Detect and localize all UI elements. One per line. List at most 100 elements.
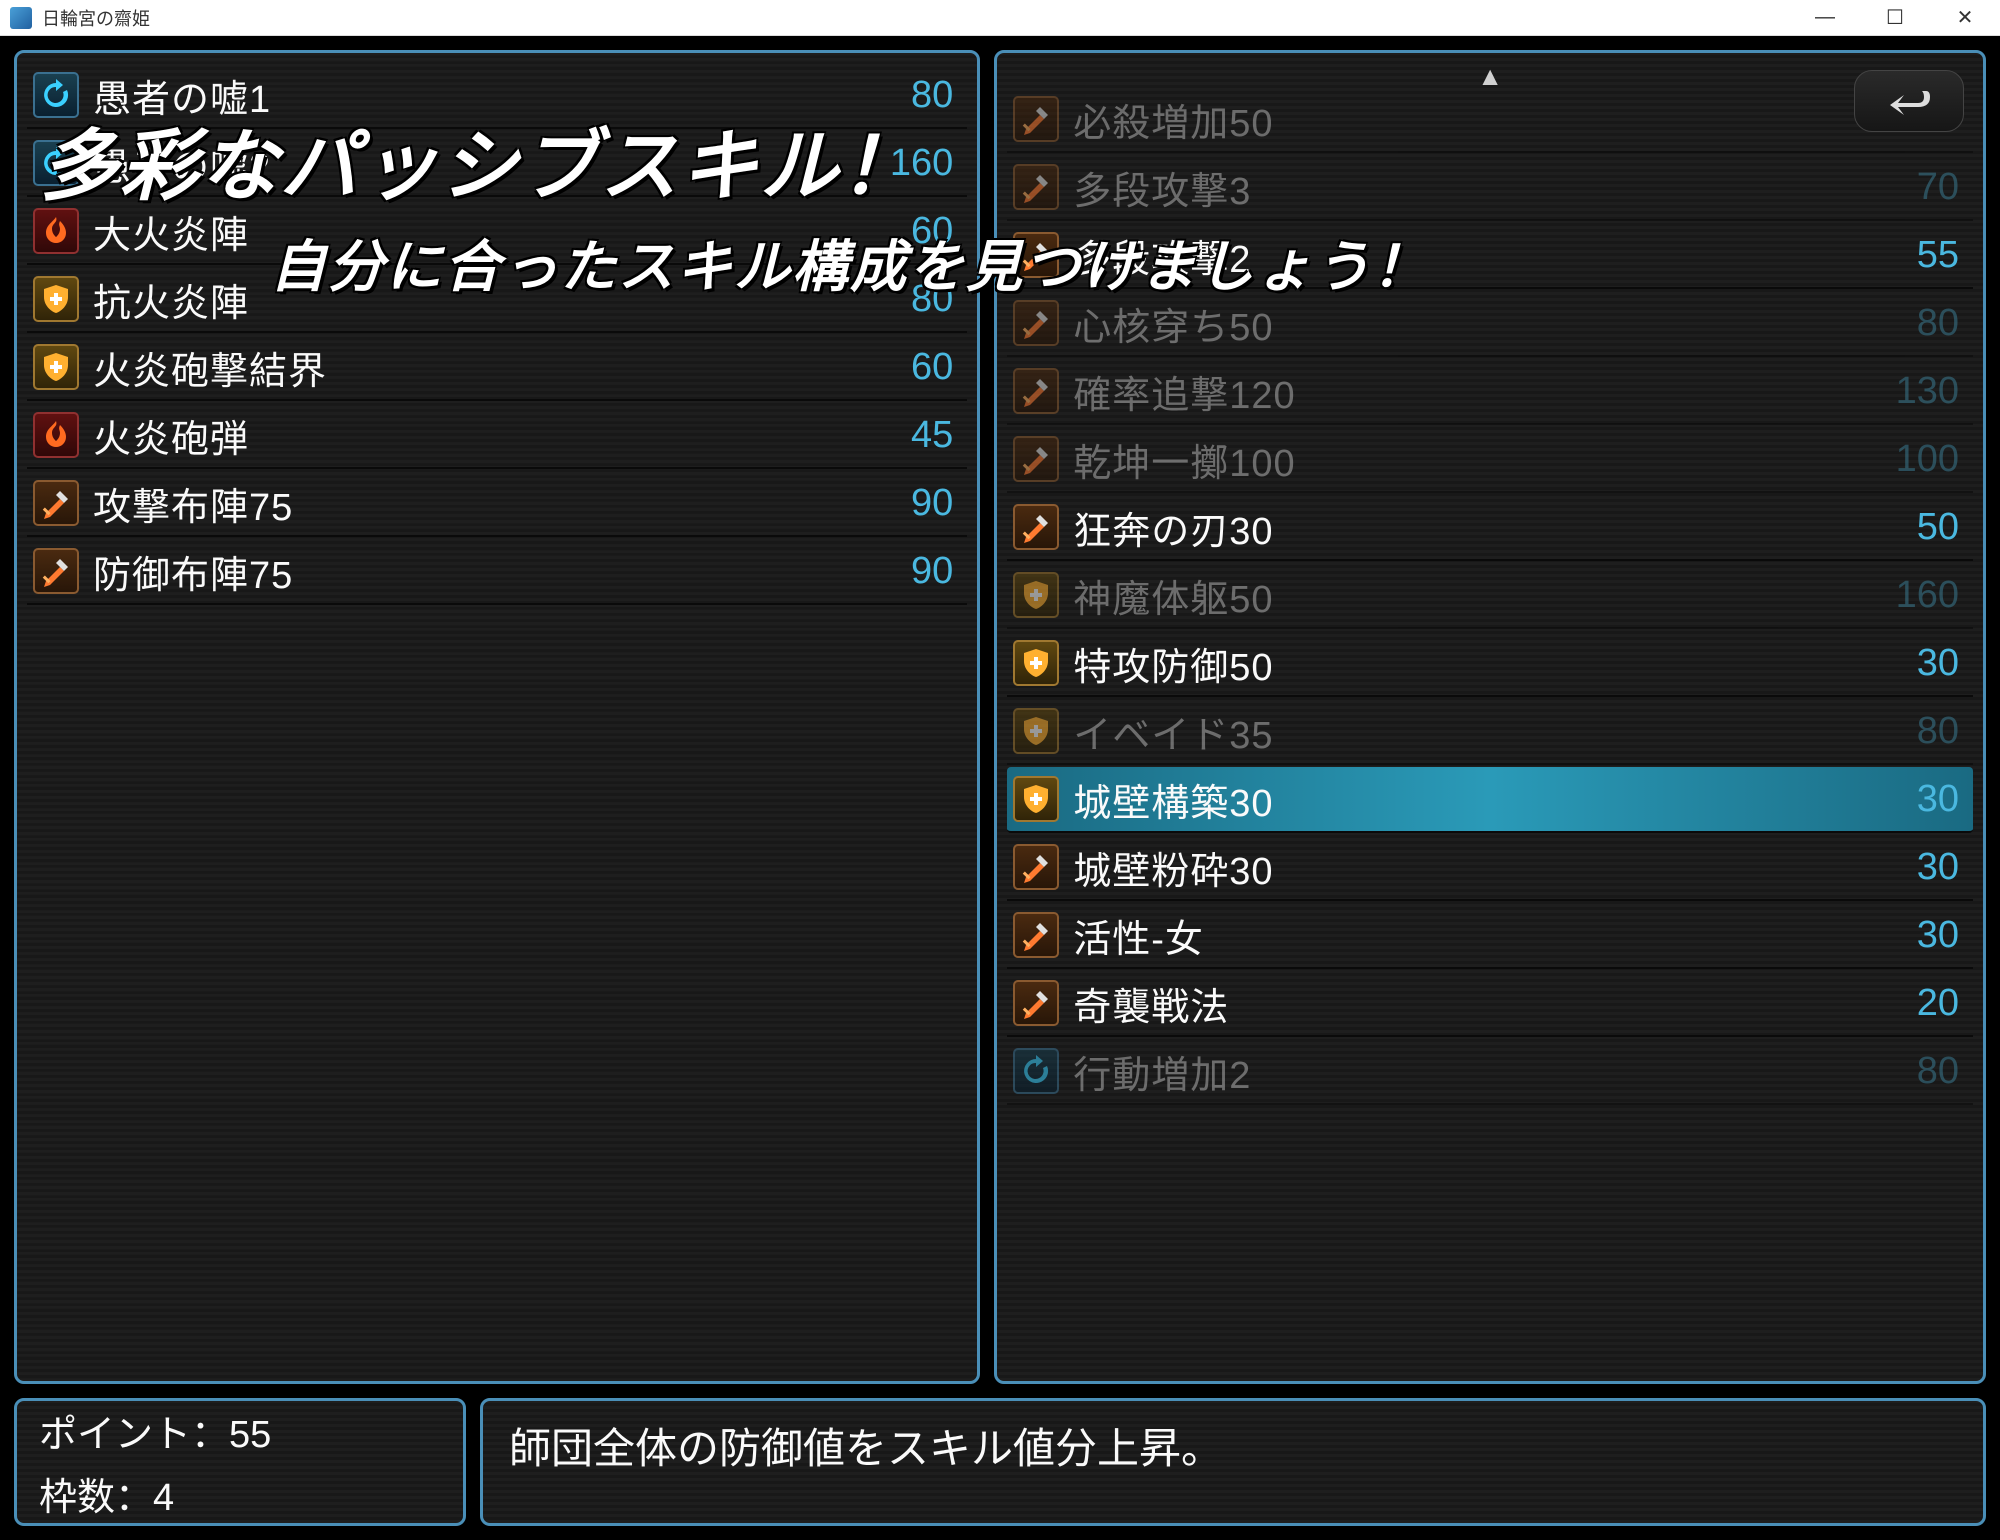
skill-cost: 90 xyxy=(911,482,953,525)
shield-icon xyxy=(1013,776,1059,822)
skill-row[interactable]: 行動増加280 xyxy=(1007,1039,1973,1105)
skill-name: 心核穿ち50 xyxy=(1073,296,1916,351)
skill-cost: 55 xyxy=(1917,234,1959,277)
skill-row[interactable]: イベイド3580 xyxy=(1007,699,1973,765)
sword-icon xyxy=(33,480,79,526)
shield-icon xyxy=(33,344,79,390)
back-arrow-icon xyxy=(1882,81,1936,121)
skill-name: 多段攻撃3 xyxy=(1073,160,1916,215)
points-label: ポイント： xyxy=(39,1414,229,1456)
skill-cost: 30 xyxy=(1917,914,1959,957)
skill-row[interactable]: 必殺増加5060 xyxy=(1007,87,1973,153)
skill-cost: 90 xyxy=(911,550,953,593)
skill-row[interactable]: 多段攻撃255 xyxy=(1007,223,1973,289)
skill-row[interactable]: 狂奔の刃3050 xyxy=(1007,495,1973,561)
skill-cost: 160 xyxy=(1896,574,1959,617)
slots-value: 4 xyxy=(153,1477,174,1519)
points-row: ポイント：55 xyxy=(39,1403,441,1458)
skill-row[interactable]: 攻撃布陣7590 xyxy=(27,471,967,537)
fire-icon xyxy=(33,208,79,254)
sword-icon xyxy=(33,548,79,594)
skill-cost: 80 xyxy=(911,278,953,321)
skill-name: 攻撃布陣75 xyxy=(93,476,911,531)
skill-name: 多段攻撃2 xyxy=(1073,228,1916,283)
skill-name: 抗火炎陣 xyxy=(93,272,911,327)
skill-row[interactable]: 火炎砲弾45 xyxy=(27,403,967,469)
skill-cost: 20 xyxy=(1917,982,1959,1025)
fire-icon xyxy=(33,412,79,458)
skill-cost: 130 xyxy=(1896,370,1959,413)
skill-cost: 30 xyxy=(1917,778,1959,821)
skill-row[interactable]: 奇襲戦法20 xyxy=(1007,971,1973,1037)
sword-icon xyxy=(1013,504,1059,550)
skill-row[interactable]: 大火炎陣60 xyxy=(27,199,967,265)
skill-row[interactable]: 多段攻撃370 xyxy=(1007,155,1973,221)
skill-name: 防御布陣75 xyxy=(93,544,911,599)
skill-cost: 160 xyxy=(890,142,953,185)
skill-row[interactable]: 城壁構築3030 xyxy=(1007,767,1973,833)
shield-icon xyxy=(1013,640,1059,686)
skill-row[interactable]: 心核穿ち5080 xyxy=(1007,291,1973,357)
skill-cost: 60 xyxy=(911,346,953,389)
cycle-icon xyxy=(33,140,79,186)
minimize-button[interactable]: — xyxy=(1790,0,1860,36)
skill-name: 火炎砲撃結界 xyxy=(93,340,911,395)
skill-name: 確率追撃120 xyxy=(1073,364,1895,419)
skill-name: 愚者の嘘1 xyxy=(93,68,911,123)
skill-row[interactable]: 確率追撃120130 xyxy=(1007,359,1973,425)
skill-cost: 30 xyxy=(1917,642,1959,685)
skill-name: 活性-女 xyxy=(1073,908,1916,963)
maximize-button[interactable]: ☐ xyxy=(1860,0,1930,36)
skill-row[interactable]: 愚者の嘘2160 xyxy=(27,131,967,197)
sword-icon xyxy=(1013,980,1059,1026)
skill-cost: 45 xyxy=(911,414,953,457)
skill-name: イベイド35 xyxy=(1073,704,1916,759)
skill-cost: 50 xyxy=(1917,506,1959,549)
skill-name: 奇襲戦法 xyxy=(1073,976,1916,1031)
skill-row[interactable]: 火炎砲撃結界60 xyxy=(27,335,967,401)
slots-row: 枠数：4 xyxy=(39,1466,441,1521)
skill-cost: 80 xyxy=(1917,302,1959,345)
skill-name: 大火炎陣 xyxy=(93,204,911,259)
skill-cost: 80 xyxy=(1917,710,1959,753)
back-button[interactable] xyxy=(1854,70,1964,132)
skill-row[interactable]: 抗火炎陣80 xyxy=(27,267,967,333)
sword-icon xyxy=(1013,368,1059,414)
titlebar: 日輪宮の齋姫 — ☐ ✕ xyxy=(0,0,2000,36)
shield-icon xyxy=(1013,708,1059,754)
status-panel: ポイント：55 枠数：4 xyxy=(14,1398,466,1526)
sword-icon xyxy=(1013,164,1059,210)
skill-row[interactable]: 乾坤一擲100100 xyxy=(1007,427,1973,493)
skill-row[interactable]: 防御布陣7590 xyxy=(27,539,967,605)
equipped-skills-list: 愚者の嘘180愚者の嘘2160大火炎陣60抗火炎陣80火炎砲撃結界60火炎砲弾4… xyxy=(27,63,967,605)
sword-icon xyxy=(1013,300,1059,346)
game-area: 多彩なパッシブスキル！ 自分に合ったスキル構成を見つけましょう！ 愚者の嘘180… xyxy=(0,36,2000,1540)
cycle-icon xyxy=(1013,1048,1059,1094)
skill-row[interactable]: 活性-女30 xyxy=(1007,903,1973,969)
skill-cost: 60 xyxy=(911,210,953,253)
skill-name: 特攻防御50 xyxy=(1073,636,1916,691)
sword-icon xyxy=(1013,436,1059,482)
skill-row[interactable]: 神魔体躯50160 xyxy=(1007,563,1973,629)
available-skills-panel: ▲ 必殺増加5060多段攻撃370多段攻撃255心核穿ち5080確率追撃1201… xyxy=(994,50,1986,1384)
shield-icon xyxy=(33,276,79,322)
skill-name: 火炎砲弾 xyxy=(93,408,911,463)
shield-icon xyxy=(1013,572,1059,618)
window-title: 日輪宮の齋姫 xyxy=(42,5,1790,31)
skill-description: 師団全体の防御値をスキル値分上昇。 xyxy=(509,1415,1223,1476)
sword-icon xyxy=(1013,232,1059,278)
skill-row[interactable]: 愚者の嘘180 xyxy=(27,63,967,129)
available-skills-list: 必殺増加5060多段攻撃370多段攻撃255心核穿ち5080確率追撃120130… xyxy=(1007,87,1973,1105)
skill-name: 必殺増加50 xyxy=(1073,92,1916,147)
close-button[interactable]: ✕ xyxy=(1930,0,2000,36)
sword-icon xyxy=(1013,912,1059,958)
points-value: 55 xyxy=(229,1414,271,1456)
skill-row[interactable]: 城壁粉砕3030 xyxy=(1007,835,1973,901)
skill-name: 城壁粉砕30 xyxy=(1073,840,1916,895)
skill-cost: 30 xyxy=(1917,846,1959,889)
skill-name: 愚者の嘘2 xyxy=(93,136,890,191)
skill-cost: 80 xyxy=(911,74,953,117)
skill-cost: 80 xyxy=(1917,1050,1959,1093)
app-window: 日輪宮の齋姫 — ☐ ✕ 多彩なパッシブスキル！ 自分に合ったスキル構成を見つけ… xyxy=(0,0,2000,1540)
skill-row[interactable]: 特攻防御5030 xyxy=(1007,631,1973,697)
